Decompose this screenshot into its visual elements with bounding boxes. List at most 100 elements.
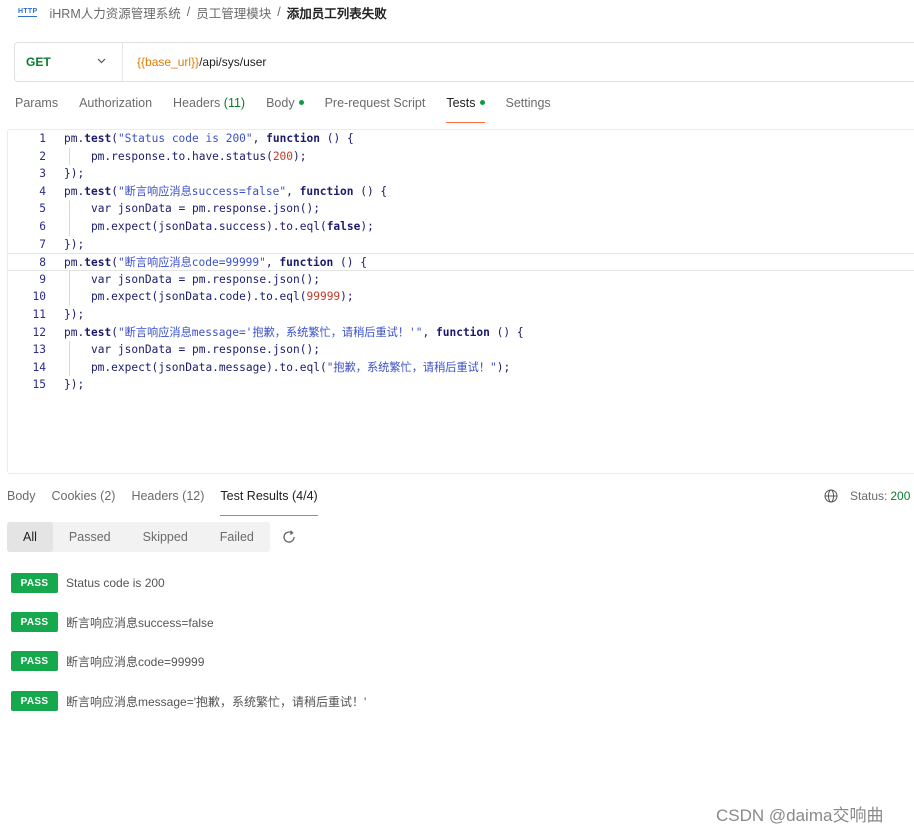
code-line: 8 pm.test("断言响应消息code=99999", function ()… [8, 253, 914, 271]
breadcrumb-item-folder[interactable]: 员工管理模块 [196, 3, 271, 22]
status-dot-icon [298, 100, 304, 106]
code-token: "断言响应消息success=false" [117, 184, 287, 198]
code-token: pm [64, 256, 78, 270]
code-token: function [299, 184, 354, 198]
pass-badge: PASS [11, 691, 58, 711]
code-text: var jsonData = pm.response.json(); [64, 200, 320, 218]
indent-guide [69, 200, 70, 236]
code-token: ( [111, 132, 118, 145]
test-result-row: PASS 断言响应消息message='抱歉，系统繁忙，请稍后重试！' [11, 691, 366, 711]
code-line: 13 var jsonData = pm.response.json(); [8, 341, 914, 359]
status-code[interactable]: 200 [890, 489, 910, 503]
code-token: "抱歉，系统繁忙，请稍后重试！" [326, 360, 497, 374]
filter-passed[interactable]: Passed [53, 522, 127, 552]
code-text: pm.expect(jsonData.code).to.eql(99999); [64, 288, 354, 306]
line-number: 7 [39, 237, 46, 251]
script-editor[interactable]: 1 pm.test("Status code is 200", function … [7, 129, 914, 474]
tab-headers[interactable]: Headers (11) [173, 96, 245, 122]
tab-label: Params [15, 96, 59, 110]
code-token: var [90, 202, 112, 216]
code-token: 99999 [306, 290, 341, 304]
code-token: , [286, 184, 300, 198]
indent-guide [69, 270, 70, 306]
code-token: }); [64, 167, 85, 181]
code-token: ); [340, 290, 354, 304]
code-token: () { [333, 256, 367, 270]
code-token: pm.response.to.have.status( [64, 149, 273, 163]
response-tab-cookies[interactable]: Cookies (2) [52, 489, 116, 515]
tab-count: (4/4) [291, 489, 318, 503]
request-title[interactable]: 添加员工列表失败 [287, 3, 387, 22]
code-text: var jsonData = pm.response.json(); [64, 341, 320, 359]
indent-guide [69, 341, 70, 377]
watermark: CSDN @daima交响曲 [716, 806, 884, 825]
code-token: function [279, 256, 334, 270]
code-line: 2 pm.response.to.have.status(200); [8, 148, 914, 166]
code-token: jsonData = pm.response.json(); [111, 272, 320, 286]
code-text: pm.test("断言响应消息code=99999", function () … [64, 254, 367, 272]
response-tab-headers[interactable]: Headers (12) [131, 489, 204, 515]
test-name: Status code is 200 [66, 576, 165, 590]
code-token: function [436, 325, 490, 339]
tab-label: Test Results [220, 489, 289, 503]
code-line: 12 pm.test("断言响应消息message='抱歉，系统繁忙，请稍后重试！… [8, 324, 914, 342]
breadcrumb-separator: / [277, 5, 281, 19]
code-line: 3}); [8, 165, 914, 183]
breadcrumb-item-collection[interactable]: iHRM人力资源管理系统 [49, 3, 180, 22]
line-number: 12 [32, 325, 46, 339]
tab-label: Tests [446, 96, 476, 110]
line-number: 15 [32, 378, 46, 392]
response-tab-body[interactable]: Body [7, 489, 36, 515]
test-result-filters: All Passed Skipped Failed [7, 522, 270, 552]
code-token: , [265, 256, 280, 270]
response-tab-test-results[interactable]: Test Results (4/4) [220, 489, 318, 516]
tab-body[interactable]: Body [266, 96, 304, 122]
code-text: }); [64, 376, 84, 394]
code-token: "断言响应消息message='抱歉，系统繁忙，请稍后重试！'" [117, 325, 423, 339]
code-token: function [266, 132, 321, 145]
code-token: jsonData = pm.response.json(); [111, 202, 320, 216]
tab-authorization[interactable]: Authorization [79, 96, 152, 122]
filter-skipped[interactable]: Skipped [127, 522, 204, 552]
code-token: pm.expect(jsonData.success).to.eql( [64, 220, 327, 233]
code-token: }); [64, 378, 85, 392]
code-token: }); [64, 308, 85, 321]
status-label: Status: [850, 489, 888, 503]
tab-count: (11) [223, 96, 246, 110]
code-token: test [84, 325, 112, 339]
line-number: 5 [39, 202, 46, 216]
tab-tests[interactable]: Tests [446, 96, 485, 123]
code-text: }); [64, 306, 84, 324]
filter-failed[interactable]: Failed [204, 522, 270, 552]
code-token: test [84, 256, 112, 270]
pass-badge: PASS [11, 612, 58, 632]
globe-icon[interactable] [824, 489, 838, 503]
response-status: Status: 200 [824, 489, 910, 503]
code-token: pm.expect(jsonData.message).to.eql( [64, 360, 327, 374]
code-text: pm.expect(jsonData.message).to.eql("抱歉，系… [64, 359, 510, 377]
tab-settings[interactable]: Settings [506, 96, 551, 122]
test-result-row: PASS 断言响应消息success=false [11, 612, 214, 632]
filter-all[interactable]: All [7, 522, 53, 552]
code-token: pm.expect(jsonData.code).to.eql( [64, 290, 307, 304]
code-token: jsonData = pm.response.json(); [111, 343, 320, 357]
tab-count: (2) [100, 489, 116, 503]
code-line: 5 var jsonData = pm.response.json(); [8, 200, 914, 218]
line-number: 4 [39, 184, 46, 198]
line-number: 3 [39, 167, 46, 181]
line-number: 14 [32, 360, 46, 374]
test-name: 断言响应消息code=99999 [66, 654, 205, 669]
code-token: test [84, 132, 112, 145]
refresh-icon[interactable] [281, 529, 297, 545]
code-token: var [90, 343, 112, 357]
tab-label: Body [266, 96, 295, 110]
code-token: ( [111, 184, 118, 198]
request-tabs: Params Authorization Headers (11) Body Pre-r… [15, 96, 572, 123]
url-input[interactable]: {{base_url}}/api/sys/user [123, 55, 266, 69]
code-token: var [90, 272, 112, 286]
code-token: pm [64, 132, 78, 145]
method-select[interactable]: GET [15, 43, 123, 81]
tab-params[interactable]: Params [15, 96, 58, 122]
code-line: 4 pm.test("断言响应消息success=false", function… [8, 183, 914, 201]
tab-pre-request-script[interactable]: Pre-request Script [325, 96, 426, 122]
